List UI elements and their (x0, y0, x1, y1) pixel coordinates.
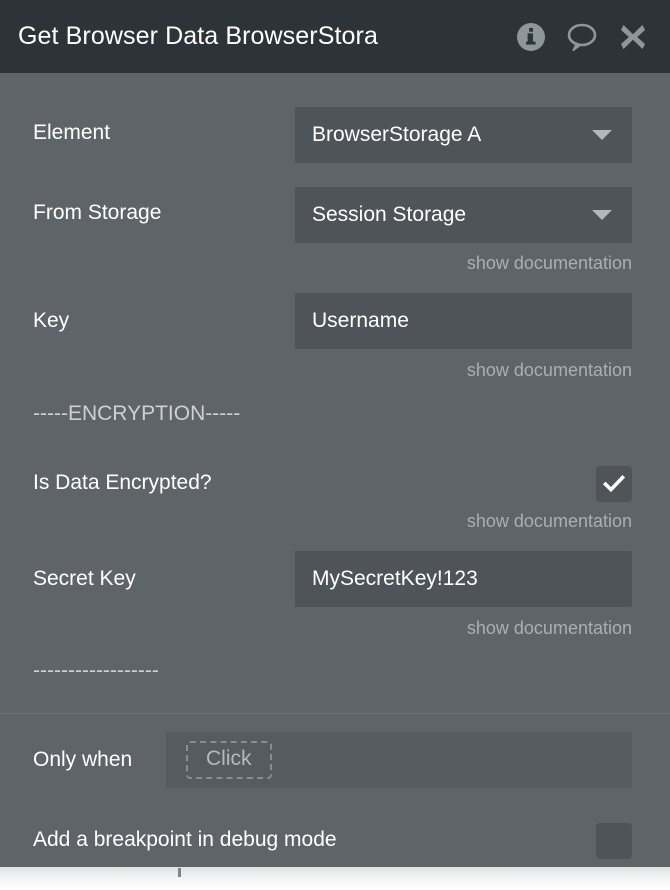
footer-area: Only when Click Add a breakpoint in debu… (0, 714, 670, 867)
key-input-value: Username (312, 309, 409, 332)
chevron-down-icon (592, 130, 612, 140)
check-icon (602, 472, 626, 496)
element-dropdown[interactable]: BrowserStorage A (295, 107, 632, 163)
comment-icon[interactable] (566, 22, 598, 52)
info-icon[interactable] (516, 22, 546, 52)
page-title: Get Browser Data BrowserStora (18, 22, 378, 50)
titlebar-actions (516, 22, 648, 52)
is-encrypted-label: Is Data Encrypted? (33, 471, 212, 494)
only-when-chip[interactable]: Click (186, 740, 272, 780)
breakpoint-checkbox[interactable] (596, 823, 632, 859)
bottom-strip (0, 867, 670, 890)
chevron-down-icon (592, 210, 612, 220)
action-properties-panel: Get Browser Data BrowserStora Element Br… (0, 0, 670, 890)
key-show-documentation-link[interactable]: show documentation (467, 360, 632, 381)
bottom-separator-label: ------------------ (33, 659, 159, 682)
only-when-field[interactable]: Click (166, 732, 632, 788)
key-label: Key (33, 309, 70, 332)
bottom-tick-marker (178, 868, 181, 877)
encryption-separator-label: -----ENCRYPTION----- (33, 402, 241, 425)
key-input[interactable]: Username (295, 293, 632, 349)
secret-key-input-value: MySecretKey!123 (312, 567, 478, 590)
breakpoint-label: Add a breakpoint in debug mode (33, 828, 337, 851)
is-encrypted-show-documentation-link[interactable]: show documentation (467, 511, 632, 532)
only-when-label: Only when (33, 748, 133, 771)
from-storage-dropdown[interactable]: Session Storage (295, 187, 632, 243)
is-encrypted-checkbox[interactable] (596, 466, 632, 502)
secret-key-input[interactable]: MySecretKey!123 (295, 551, 632, 607)
close-icon[interactable] (618, 22, 648, 52)
form-area: Element BrowserStorage A From Storage Se… (0, 77, 670, 713)
secret-key-label: Secret Key (33, 567, 136, 590)
from-storage-show-documentation-link[interactable]: show documentation (467, 253, 632, 274)
window-titlebar: Get Browser Data BrowserStora (0, 0, 670, 73)
element-label: Element (33, 121, 111, 144)
from-storage-label: From Storage (33, 201, 162, 224)
element-dropdown-value: BrowserStorage A (312, 123, 482, 146)
from-storage-dropdown-value: Session Storage (312, 203, 467, 226)
secret-key-show-documentation-link[interactable]: show documentation (467, 618, 632, 639)
